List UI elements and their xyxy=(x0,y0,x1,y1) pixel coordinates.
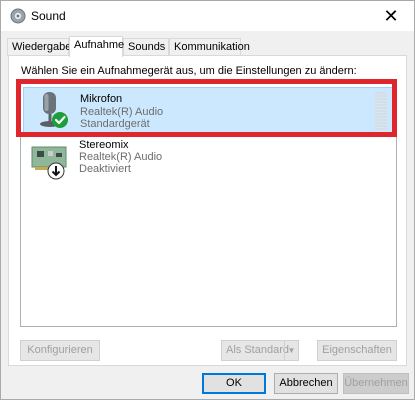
list-item-mikrofon[interactable]: Mikrofon Realtek(R) Audio Standardgerät xyxy=(23,87,394,133)
device-status: Standardgerät xyxy=(80,118,150,130)
device-name: Mikrofon xyxy=(80,93,123,105)
check-badge-icon xyxy=(52,112,68,128)
set-default-button[interactable]: Als Standard ▼ xyxy=(221,340,299,361)
microphone-icon xyxy=(40,92,68,128)
speaker-icon xyxy=(10,8,26,24)
device-driver: Realtek(R) Audio xyxy=(80,106,164,118)
sound-dialog: Sound ✕ Wiedergabe Aufnahme Sounds Kommu… xyxy=(0,0,415,400)
device-driver: Realtek(R) Audio xyxy=(79,151,163,163)
ok-button[interactable]: OK xyxy=(202,373,266,394)
tab-wiedergabe[interactable]: Wiedergabe xyxy=(7,38,71,56)
level-meter xyxy=(375,92,387,130)
tab-aufnahme[interactable]: Aufnahme xyxy=(69,36,124,57)
set-default-label: Als Standard xyxy=(226,344,289,356)
cancel-button[interactable]: Abbrechen xyxy=(274,373,338,394)
tab-kommunikation[interactable]: Kommunikation xyxy=(169,38,250,56)
recording-tab-panel: Wählen Sie ein Aufnahmegerät aus, um die… xyxy=(8,55,407,366)
tab-sounds[interactable]: Sounds xyxy=(123,38,169,56)
title-bar: Sound ✕ xyxy=(1,1,414,31)
properties-button[interactable]: Eigenschaften xyxy=(317,340,397,361)
window-title: Sound xyxy=(31,9,66,23)
circuit-board-icon xyxy=(31,146,67,180)
configure-button[interactable]: Konfigurieren xyxy=(20,340,100,361)
list-item-stereomix[interactable]: Stereomix Realtek(R) Audio Deaktiviert xyxy=(23,139,394,185)
device-status: Deaktiviert xyxy=(79,163,131,175)
device-name: Stereomix xyxy=(79,139,129,151)
chevron-down-icon[interactable]: ▼ xyxy=(284,341,298,360)
instruction-text: Wählen Sie ein Aufnahmegerät aus, um die… xyxy=(21,65,357,77)
device-list: Mikrofon Realtek(R) Audio Standardgerät xyxy=(20,82,397,327)
apply-button[interactable]: Übernehmen xyxy=(343,373,409,394)
close-icon[interactable]: ✕ xyxy=(368,1,414,31)
